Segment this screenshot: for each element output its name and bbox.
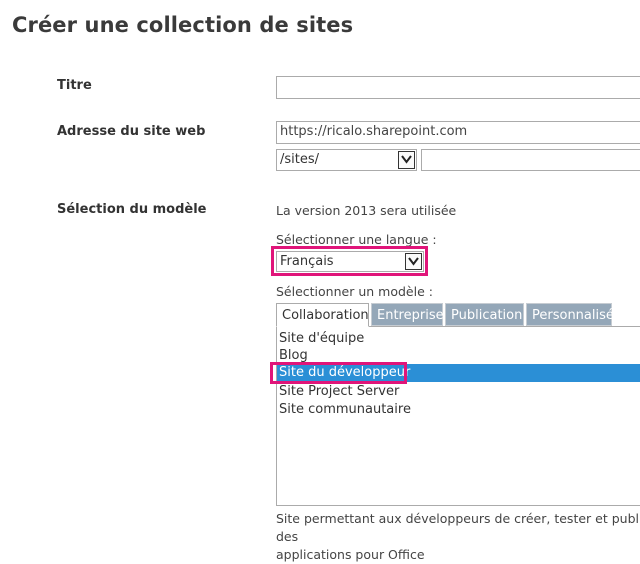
- template-description: Site permettant aux développeurs de crée…: [276, 510, 640, 564]
- path-select-value: /sites/: [280, 152, 320, 167]
- template-label: Sélection du modèle: [57, 202, 207, 217]
- language-highlight: [271, 246, 428, 276]
- title-input[interactable]: [276, 76, 640, 99]
- tab-publication[interactable]: Publication: [445, 303, 524, 326]
- chevron-down-icon[interactable]: [398, 151, 415, 169]
- path-input[interactable]: [421, 149, 640, 171]
- tab-entreprise[interactable]: Entreprise: [371, 303, 444, 326]
- template-item-site-equipe[interactable]: Site d'équipe: [277, 330, 640, 348]
- template-listbox[interactable]: Site d'équipe Blog Site du développeur S…: [276, 326, 640, 506]
- version-note: La version 2013 sera utilisée: [276, 203, 457, 218]
- path-select[interactable]: /sites/: [276, 149, 417, 171]
- address-prefix-field[interactable]: https://ricalo.sharepoint.com: [276, 121, 640, 144]
- template-description-line2: applications pour Office: [276, 547, 425, 562]
- title-label: Titre: [57, 78, 92, 93]
- template-select-label: Sélectionner un modèle :: [276, 284, 433, 299]
- template-description-line1: Site permettant aux développeurs de crée…: [276, 511, 640, 544]
- tab-collaboration[interactable]: Collaboration: [276, 303, 369, 327]
- address-label: Adresse du site web: [57, 124, 206, 139]
- tab-personnalise[interactable]: Personnalisé: [526, 303, 614, 326]
- template-highlight: [270, 362, 407, 384]
- template-item-communautaire[interactable]: Site communautaire: [277, 401, 640, 419]
- language-label: Sélectionner une langue :: [276, 232, 437, 247]
- page-title: Créer une collection de sites: [12, 13, 354, 37]
- template-item-project-server[interactable]: Site Project Server: [277, 383, 640, 401]
